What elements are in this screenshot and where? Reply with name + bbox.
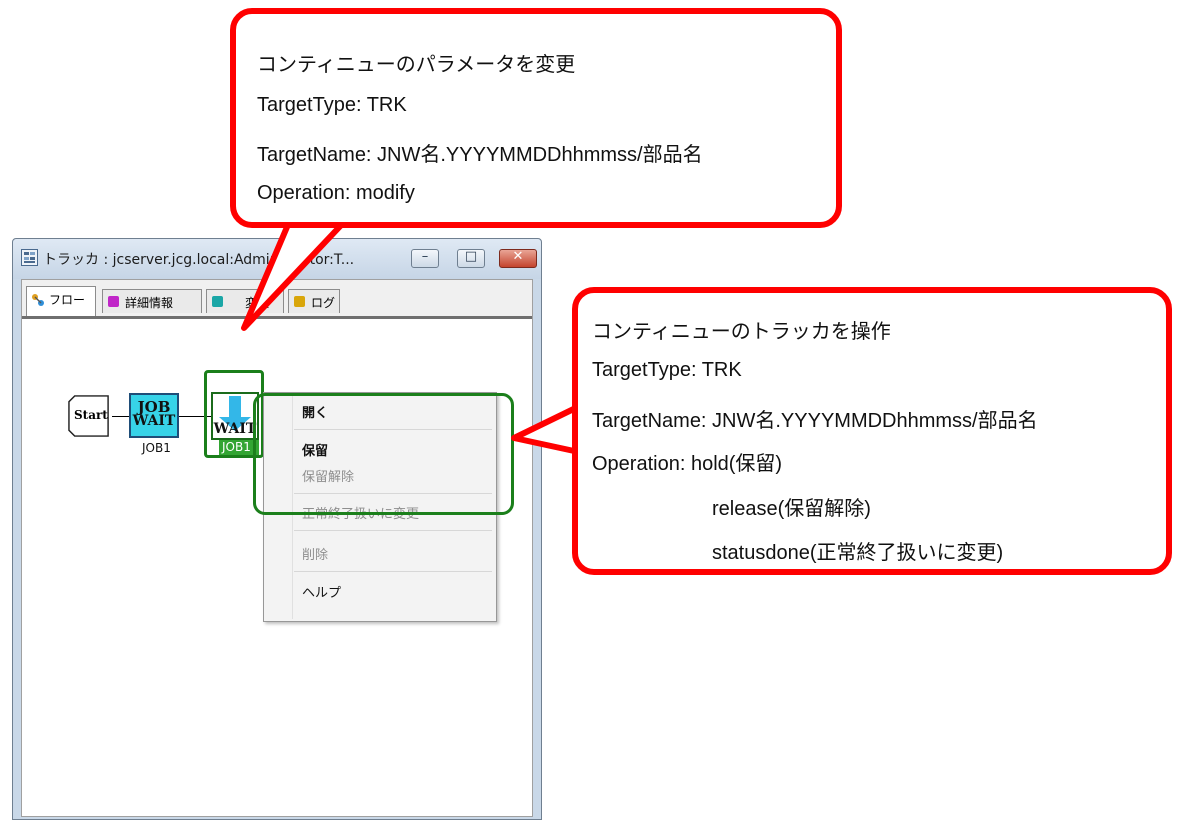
menu-separator — [294, 530, 492, 531]
menu-item-delete[interactable]: 削除 — [302, 544, 328, 563]
minimize-button[interactable]: – — [411, 249, 439, 268]
window-title: トラッカ : jcserver.jcg.local:Administrator:… — [43, 252, 355, 268]
tab-strip: フロー 詳細情報 変数 ログ — [22, 280, 532, 317]
tab-flow[interactable]: フロー — [26, 286, 96, 316]
canvas-top-rule — [22, 316, 532, 319]
job1-node[interactable]: JOB WAIT — [129, 393, 179, 438]
callout-modify: コンティニューのパラメータを変更 TargetType: TRK TargetN… — [230, 8, 842, 228]
flow-icon — [32, 294, 44, 306]
callout-modify-line1: コンティニューのパラメータを変更 — [257, 54, 576, 76]
variable-icon — [212, 296, 223, 307]
callout-operate-line4: Operation: hold(保留) — [592, 453, 783, 475]
menu-item-help[interactable]: ヘルプ — [302, 582, 341, 601]
minimize-icon: – — [421, 249, 429, 264]
tab-detail[interactable]: 詳細情報 — [102, 289, 202, 313]
close-icon: ✕ — [512, 249, 524, 264]
tab-variable-label: 変数 — [245, 296, 270, 310]
callout-operate-line3: TargetName: JNW名.YYYYMMDDhhmmss/部品名 — [592, 410, 1038, 432]
callout-operate: コンティニューのトラッカを操作 TargetType: TRK TargetNa… — [572, 287, 1172, 575]
job1-caption: JOB1 — [142, 441, 171, 455]
client-area: フロー 詳細情報 変数 ログ Start JOB WAIT JOB1 WAIT … — [21, 279, 533, 817]
title-bar[interactable]: トラッカ : jcserver.jcg.local:Administrator:… — [13, 239, 541, 279]
callout-operate-line1: コンティニューのトラッカを操作 — [592, 321, 891, 343]
start-node-label: Start — [74, 408, 108, 422]
maximize-icon: □ — [464, 249, 478, 264]
callout-operate-line5: release(保留解除) — [712, 498, 871, 520]
close-button[interactable]: ✕ — [499, 249, 537, 268]
log-icon — [294, 296, 305, 307]
edge-start-job1 — [112, 416, 130, 417]
detail-icon — [108, 296, 119, 307]
callout-operate-line6: statusdone(正常終了扱いに変更) — [712, 542, 1004, 564]
flow-canvas[interactable]: Start JOB WAIT JOB1 WAIT JOB1 開く 保留 保留解除… — [22, 316, 532, 816]
tab-log-label: ログ — [311, 296, 336, 310]
callout-modify-line2: TargetType: TRK — [257, 94, 407, 116]
tracker-window: トラッカ : jcserver.jcg.local:Administrator:… — [12, 238, 542, 820]
tab-detail-label: 詳細情報 — [125, 296, 174, 310]
tracker-app-icon — [21, 249, 38, 266]
callout-modify-line4: Operation: modify — [257, 182, 415, 204]
tab-variable[interactable]: 変数 — [206, 289, 284, 313]
callout-operate-line2: TargetType: TRK — [592, 359, 742, 381]
tab-log[interactable]: ログ — [288, 289, 340, 313]
tab-flow-label: フロー — [49, 293, 86, 307]
job1-text-bottom: WAIT — [132, 413, 176, 429]
hold-options-highlight — [253, 393, 514, 515]
maximize-button[interactable]: □ — [457, 249, 485, 268]
menu-separator — [294, 571, 492, 572]
callout-modify-line3: TargetName: JNW名.YYYYMMDDhhmmss/部品名 — [257, 144, 703, 166]
